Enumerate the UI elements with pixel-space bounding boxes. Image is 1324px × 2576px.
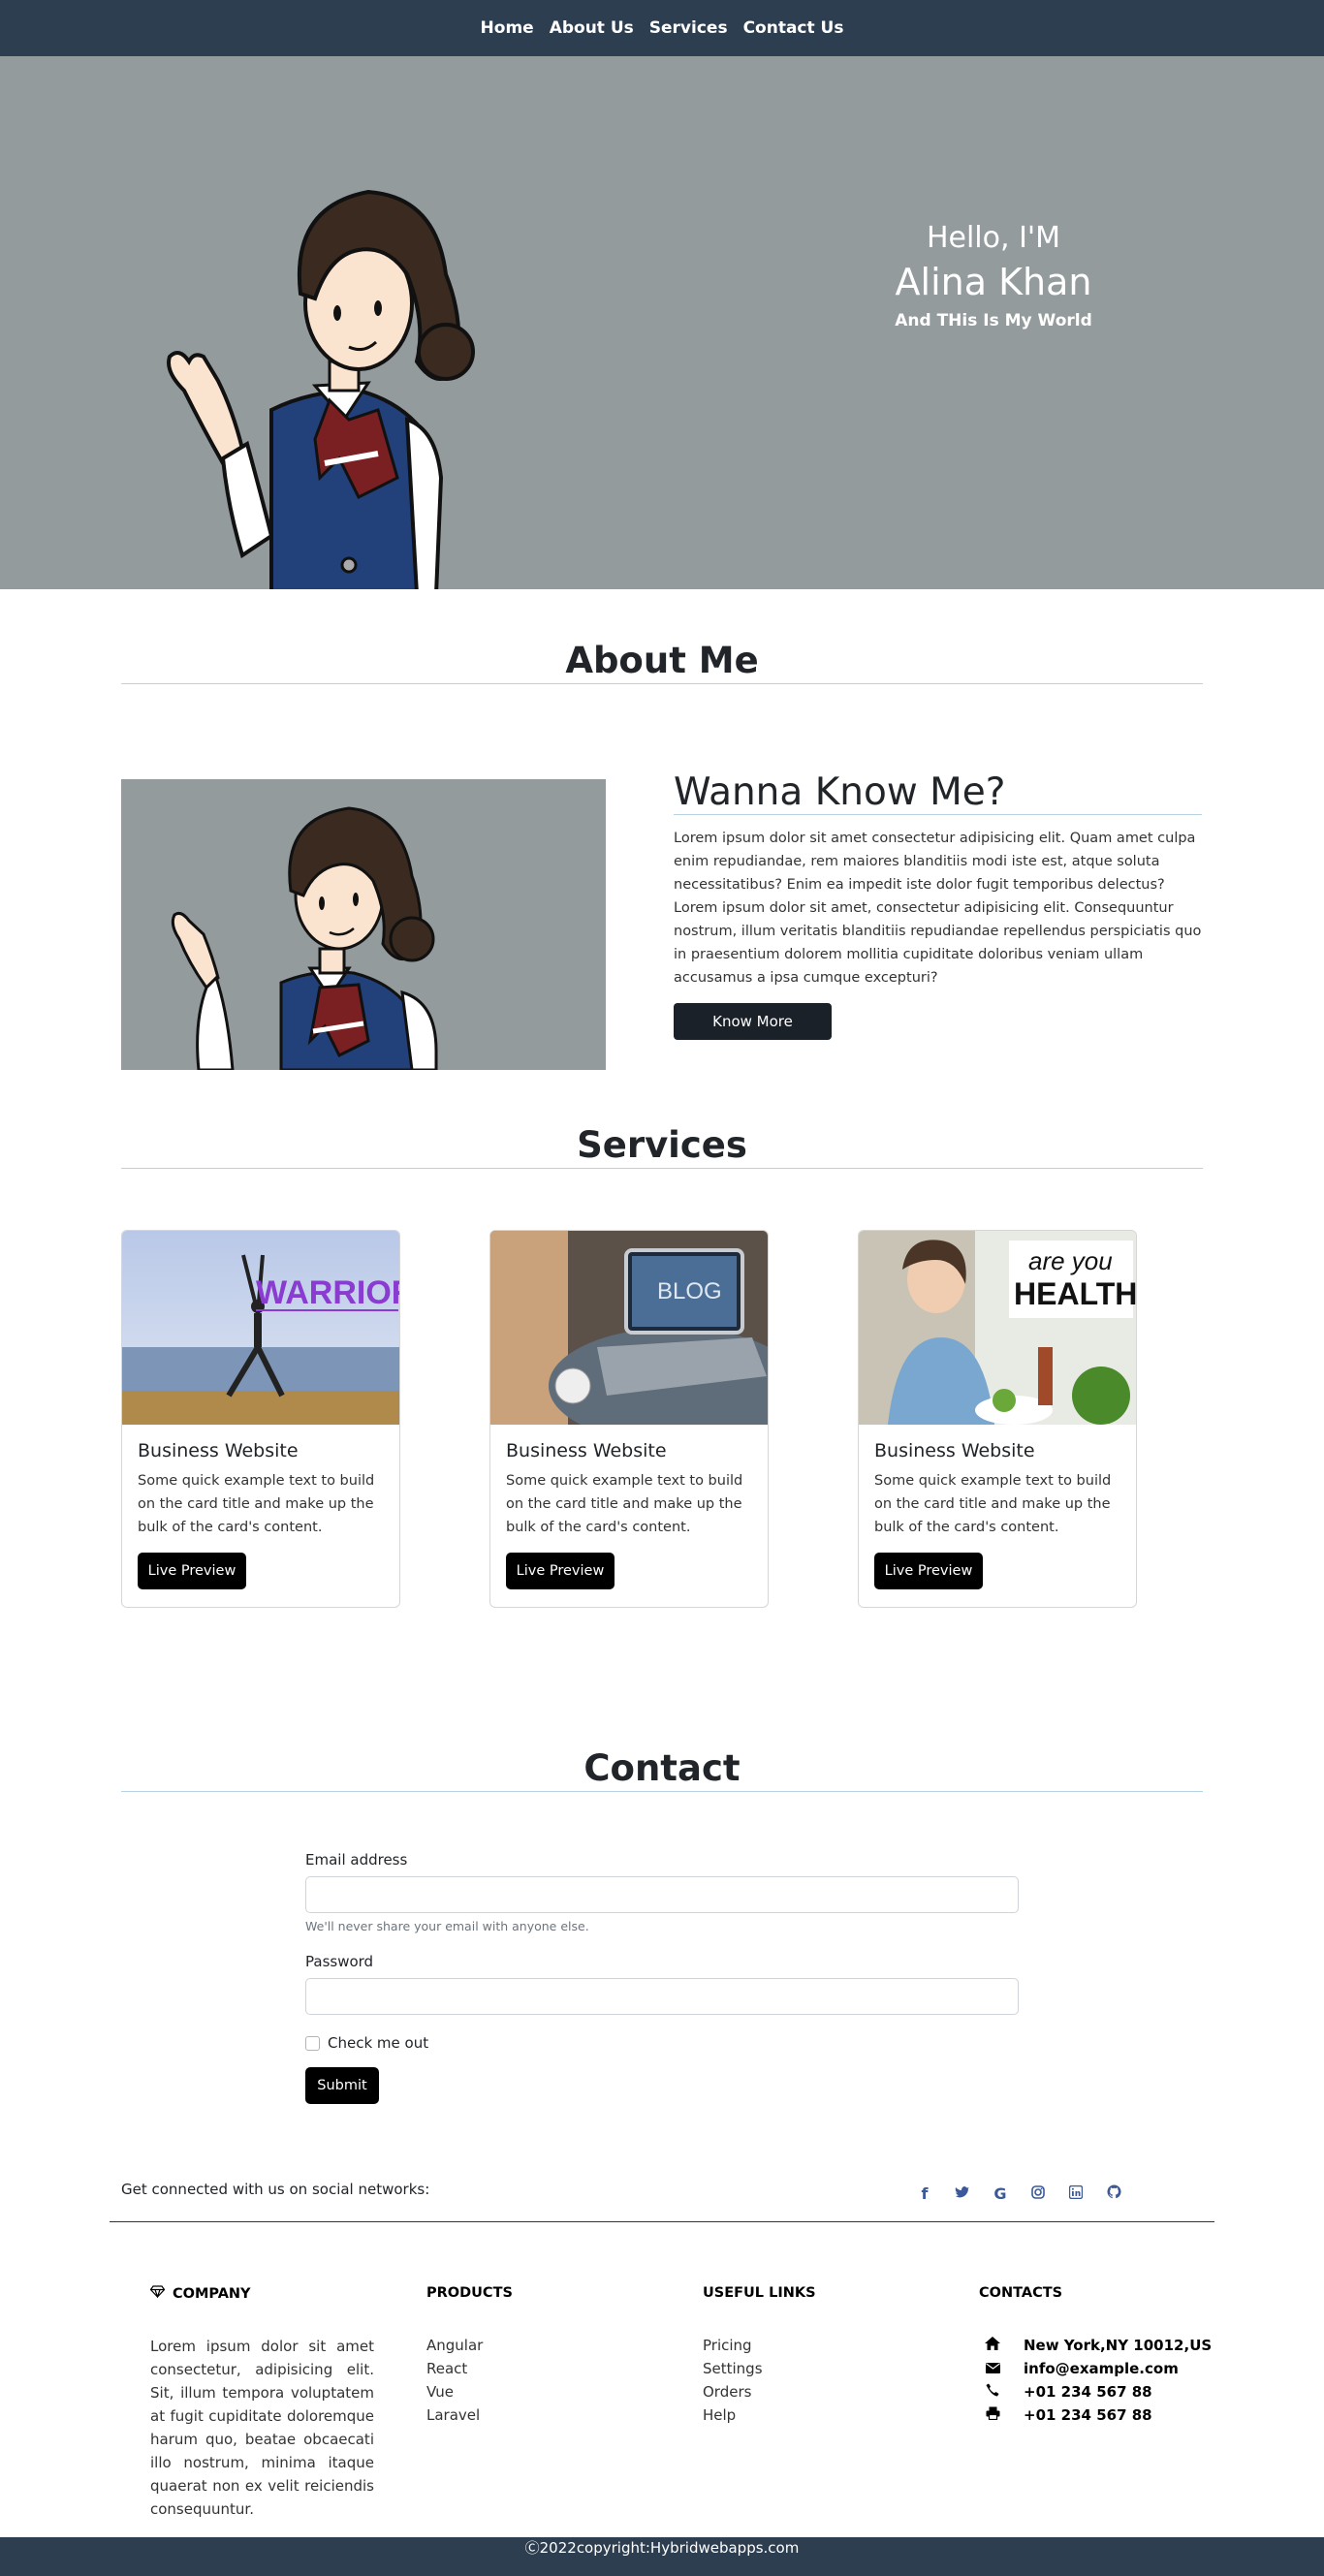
card-image-healthy: are you HEALTHY? [859, 1231, 1137, 1425]
service-card-3: are you HEALTHY? Business Website Some q… [858, 1230, 1137, 1608]
contact-phone: +01 234 567 88 [1024, 2383, 1152, 2401]
twitter-icon[interactable] [954, 2184, 971, 2203]
email-help-text: We'll never share your email with anyone… [305, 1919, 589, 1933]
nav-home[interactable]: Home [481, 18, 534, 38]
contact-form: Email address We'll never share your ema… [305, 1851, 1019, 2104]
footer-link-laravel[interactable]: Laravel [426, 2403, 620, 2427]
gem-icon [149, 2285, 166, 2302]
contact-fax: +01 234 567 88 [1024, 2406, 1152, 2424]
check-me-out-row: Check me out [305, 2034, 1019, 2052]
footer-useful-links-title: USEFUL LINKS [703, 2285, 816, 2301]
social-icons: f G [916, 2184, 1122, 2203]
footer-link-settings[interactable]: Settings [703, 2357, 897, 2380]
linkedin-icon[interactable] [1067, 2184, 1085, 2203]
instagram-icon[interactable] [1029, 2184, 1047, 2203]
about-text-block: Wanna Know Me? Lorem ipsum dolor sit ame… [674, 770, 1202, 1040]
check-me-out-label[interactable]: Check me out [328, 2034, 428, 2052]
contact-section-title: Contact [121, 1747, 1203, 1792]
hero-section: Hello, I'M Alina Khan And THis Is My Wor… [0, 56, 1324, 589]
github-icon[interactable] [1105, 2184, 1122, 2203]
email-field[interactable] [305, 1876, 1019, 1913]
hero-greeting: Hello, I'M [926, 221, 1061, 255]
password-label: Password [305, 1953, 374, 1970]
footer-link-react[interactable]: React [426, 2357, 620, 2380]
footer-link-orders[interactable]: Orders [703, 2380, 897, 2403]
about-character-illustration [171, 806, 438, 1070]
nav-services[interactable]: Services [649, 18, 728, 38]
about-section-title: About Me [121, 640, 1203, 684]
service-card-1: WARRIOR I Business Website Some quick ex… [121, 1230, 400, 1608]
phone-icon [979, 2380, 1006, 2403]
hero-text: Hello, I'M Alina Khan And THis Is My Wor… [0, 221, 1324, 330]
footer-company: COMPANY Lorem ipsum dolor sit amet conse… [149, 2285, 374, 2521]
about-heading: Wanna Know Me? [674, 770, 1202, 815]
live-preview-button[interactable]: Live Preview [506, 1553, 615, 1589]
facebook-icon[interactable]: f [916, 2184, 933, 2203]
card-title: Business Website [138, 1440, 299, 1461]
contact-address: New York,NY 10012,US [1024, 2337, 1213, 2354]
hero-tagline: And THis Is My World [895, 311, 1092, 330]
check-me-out-checkbox[interactable] [305, 2035, 320, 2051]
card-image-yoga: WARRIOR I [122, 1231, 400, 1425]
nav-about-us[interactable]: About Us [550, 18, 634, 38]
google-icon[interactable]: G [992, 2184, 1009, 2203]
password-field[interactable] [305, 1978, 1019, 2015]
footer-link-help[interactable]: Help [703, 2403, 897, 2427]
card-image-blog: BLOG [490, 1231, 768, 1425]
footer-link-pricing[interactable]: Pricing [703, 2334, 897, 2357]
home-icon [979, 2334, 1006, 2357]
about-image [121, 779, 606, 1070]
about-paragraph: Lorem ipsum dolor sit amet consectetur a… [674, 831, 1202, 986]
copyright-text: Ⓒ2022copyright:Hybridwebapps.com [524, 2539, 800, 2557]
hero-character-illustration [167, 189, 475, 589]
email-label: Email address [305, 1851, 408, 1869]
card-text: Some quick example text to build on the … [874, 1473, 1112, 1535]
footer-contacts-title: CONTACTS [979, 2285, 1063, 2301]
service-card-2: BLOG Business Website Some quick example… [489, 1230, 769, 1608]
contact-email: info@example.com [1024, 2360, 1179, 2377]
print-icon [979, 2403, 1006, 2427]
live-preview-button[interactable]: Live Preview [874, 1553, 983, 1589]
hero-name: Alina Khan [895, 261, 1092, 303]
footer-link-angular[interactable]: Angular [426, 2334, 620, 2357]
footer-company-text: Lorem ipsum dolor sit amet consectetur, … [150, 2338, 374, 2518]
card-title: Business Website [874, 1440, 1035, 1461]
card-image-text: BLOG [657, 1278, 722, 1304]
footer-products: PRODUCTS Angular React Vue Laravel [426, 2285, 620, 2427]
footer-contacts: CONTACTS New York,NY 10012,US info@examp… [979, 2285, 1231, 2427]
card-image-text: HEALTHY? [1014, 1276, 1137, 1311]
card-title: Business Website [506, 1440, 667, 1461]
footer-link-vue[interactable]: Vue [426, 2380, 620, 2403]
card-image-text: are you [1028, 1246, 1113, 1275]
card-text: Some quick example text to build on the … [506, 1473, 743, 1535]
submit-button[interactable]: Submit [305, 2067, 379, 2104]
footer-divider [110, 2221, 1214, 2222]
footer-products-title: PRODUCTS [426, 2285, 513, 2301]
social-text: Get connected with us on social networks… [121, 2181, 430, 2198]
top-navbar: Home About Us Services Contact Us [0, 0, 1324, 56]
card-text: Some quick example text to build on the … [138, 1473, 375, 1535]
footer-company-title: COMPANY [173, 2285, 251, 2302]
footer-useful-links: USEFUL LINKS Pricing Settings Orders Hel… [703, 2285, 897, 2427]
copyright-bar: Ⓒ2022copyright:Hybridwebapps.com [0, 2537, 1324, 2576]
live-preview-button[interactable]: Live Preview [138, 1553, 246, 1589]
nav-contact-us[interactable]: Contact Us [743, 18, 844, 38]
know-more-button[interactable]: Know More [674, 1003, 832, 1040]
envelope-icon [979, 2357, 1006, 2380]
services-section-title: Services [121, 1124, 1203, 1169]
social-bar: Get connected with us on social networks… [121, 2181, 1203, 2219]
card-image-text: WARRIOR I [256, 1274, 400, 1311]
